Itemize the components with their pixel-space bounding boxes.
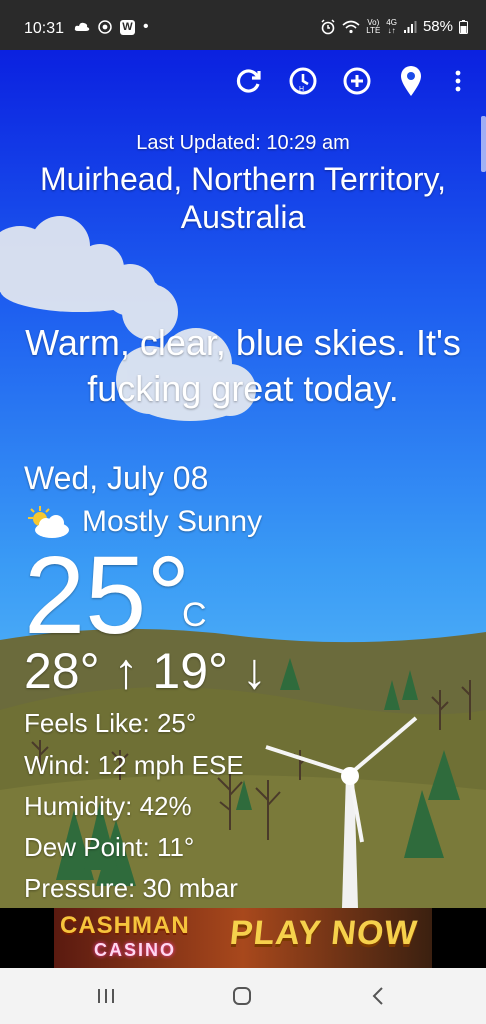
recent-apps-icon xyxy=(98,989,114,1003)
current-temperature: 25° xyxy=(24,534,191,657)
toolbar: H xyxy=(232,64,486,98)
overflow-menu-button[interactable] xyxy=(448,64,468,98)
cloud-icon xyxy=(74,22,90,31)
notification-icons: W • xyxy=(74,18,149,36)
location-pin-icon xyxy=(401,66,421,96)
ad-play-now[interactable]: PLAY NOW xyxy=(228,914,419,953)
temperature-unit: C xyxy=(182,596,207,634)
home-button[interactable] xyxy=(222,982,262,1010)
status-time: 10:31 xyxy=(24,20,65,37)
weather-quote: Warm, clear, blue skies. It's fucking gr… xyxy=(25,322,461,409)
ad-creative[interactable]: CASHMAN CASINO PLAY NOW xyxy=(54,908,432,968)
svg-text:H: H xyxy=(299,86,304,93)
target-app-icon xyxy=(98,20,112,34)
refresh-icon xyxy=(236,69,261,93)
signal-icon xyxy=(403,20,417,33)
volte-bottom: LTE xyxy=(366,25,381,35)
high-low-temperature: 28° ↑ 19° ↓ xyxy=(24,643,267,699)
alarm-icon xyxy=(321,18,335,34)
ad-sub: CASINO xyxy=(94,940,177,960)
ad-banner[interactable]: CASHMAN CASINO PLAY NOW xyxy=(0,908,486,968)
refresh-button[interactable] xyxy=(232,64,266,98)
battery-icon xyxy=(459,19,468,34)
history-button[interactable]: H xyxy=(286,64,320,98)
weather-background: H Last Updated: 10:29 am Muirhead, North… xyxy=(0,50,486,908)
back-button[interactable] xyxy=(358,982,398,1010)
pressure: Pressure: 30 mbar xyxy=(24,873,238,903)
status-right: Vo) LTE 4G ↓↑ 58% xyxy=(320,18,468,35)
ad-brand: CASHMAN xyxy=(60,912,190,939)
forecast-date: Wed, July 08 xyxy=(24,460,209,496)
volte-indicator: Vo) LTE xyxy=(366,18,381,35)
navigation-bar xyxy=(0,968,486,1024)
status-bar: 10:31 W • Vo) LTE 4G ↓↑ 58% xyxy=(0,0,486,50)
dew-point: Dew Point: 11° xyxy=(24,832,195,862)
battery-percent: 58% xyxy=(422,18,453,35)
wind: Wind: 12 mph ESE xyxy=(24,750,244,780)
network-type-indicator: 4G ↓↑ xyxy=(386,18,397,35)
network-type-bottom: ↓↑ xyxy=(387,25,396,35)
location-button[interactable] xyxy=(394,64,428,98)
feels-like: Feels Like: 25° xyxy=(24,708,197,738)
weather-app-notification-icon: W xyxy=(120,19,135,35)
more-notifications-dot-icon: • xyxy=(143,18,149,35)
home-icon xyxy=(233,987,251,1005)
add-icon xyxy=(343,67,371,95)
humidity: Humidity: 42% xyxy=(24,791,192,821)
more-vert-icon xyxy=(455,70,461,92)
back-icon xyxy=(372,987,383,1005)
location-name: Muirhead, Northern Territory, Australia xyxy=(39,161,447,235)
wifi-icon xyxy=(342,20,360,33)
add-location-button[interactable] xyxy=(340,64,374,98)
history-clock-icon: H xyxy=(289,67,317,95)
last-updated: Last Updated: 10:29 am xyxy=(136,132,350,154)
recent-apps-button[interactable] xyxy=(86,982,126,1010)
